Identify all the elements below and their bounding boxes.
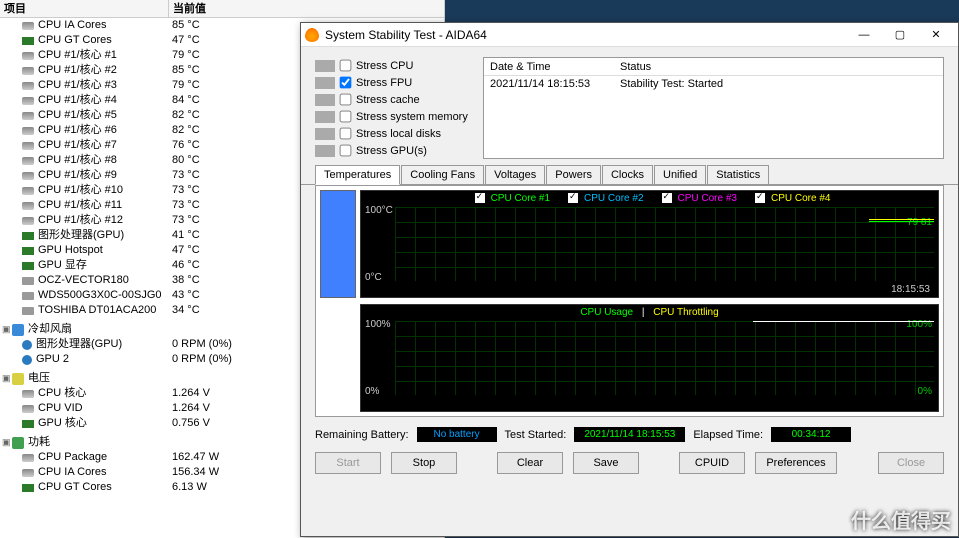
window-title: System Stability Test - AIDA64 [325,28,846,42]
gpu-icon [22,262,34,270]
temperature-chart: CPU Core #1CPU Core #2CPU Core #3CPU Cor… [360,190,939,298]
fan-icon [22,355,32,365]
flame-icon [305,28,319,42]
legend-checkbox[interactable] [755,193,765,203]
cpu-icon [22,469,34,477]
stress-disks[interactable]: Stress local disks [315,125,483,142]
tab-temperatures[interactable]: Temperatures [315,165,400,185]
tab-powers[interactable]: Powers [546,165,601,184]
disk-icon [22,277,34,285]
cpu-icon [22,405,34,413]
started-badge: 2021/11/14 18:15:53 [574,427,685,442]
cpu-icon [22,202,34,210]
gpu-icon [22,247,34,255]
cpu-icon [22,157,34,165]
chart-tabs: TemperaturesCooling FansVoltagesPowersCl… [301,165,958,185]
cpu-icon [22,187,34,195]
tab-cooling-fans[interactable]: Cooling Fans [401,165,484,184]
voltage-icon [12,373,24,385]
stress-fpu[interactable]: Stress FPU [315,74,483,91]
cpu-icon [22,67,34,75]
status-row: Remaining Battery: No battery Test Start… [301,423,958,446]
component-icon [315,128,335,140]
gpu-icon [22,420,34,428]
maximize-button[interactable]: ▢ [882,25,918,45]
gpu-icon [22,484,34,492]
stop-button[interactable]: Stop [391,452,457,474]
stress-cpu[interactable]: Stress CPU [315,57,483,74]
tab-voltages[interactable]: Voltages [485,165,545,184]
log-row: 2021/11/14 18:15:53Stability Test: Start… [484,76,943,92]
titlebar[interactable]: System Stability Test - AIDA64 — ▢ ✕ [301,23,958,47]
stress-cpu-checkbox[interactable] [340,60,352,72]
gpu-icon [22,232,34,240]
cpu-icon [22,97,34,105]
fan-icon [12,324,24,336]
cpu-icon [22,142,34,150]
tab-statistics[interactable]: Statistics [707,165,769,184]
legend-checkbox[interactable] [475,193,485,203]
cpu-icon [22,127,34,135]
legend-checkbox[interactable] [568,193,578,203]
save-button[interactable]: Save [573,452,639,474]
cpuid-button[interactable]: CPUID [679,452,745,474]
cpu-icon [22,112,34,120]
color-scale [320,190,356,298]
legend-checkbox[interactable] [662,193,672,203]
stability-test-dialog: System Stability Test - AIDA64 — ▢ ✕ Str… [300,22,959,537]
component-icon [315,111,335,123]
stress-options: Stress CPUStress FPUStress cacheStress s… [315,57,483,159]
col-item: 项目 [0,0,168,17]
elapsed-badge: 00:34:12 [771,427,851,442]
stress-gpu[interactable]: Stress GPU(s) [315,142,483,159]
stress-memory-checkbox[interactable] [340,111,352,123]
cpu-icon [22,82,34,90]
power-icon [12,437,24,449]
disk-icon [22,307,34,315]
cpu-icon [22,217,34,225]
component-icon [315,60,335,72]
usage-chart: CPU Usage | CPU Throttling 100% 0% 100% … [360,304,939,412]
cpu-icon [22,52,34,60]
cpu-icon [22,22,34,30]
cpu-icon [22,172,34,180]
close-button[interactable]: ✕ [918,25,954,45]
stress-cache[interactable]: Stress cache [315,91,483,108]
component-icon [315,77,335,89]
gpu-icon [22,37,34,45]
component-icon [315,145,335,157]
stress-fpu-checkbox[interactable] [340,77,352,89]
clear-button[interactable]: Clear [497,452,563,474]
col-value: 当前值 [168,0,444,17]
close-dialog-button[interactable]: Close [878,452,944,474]
log-box: Date & TimeStatus 2021/11/14 18:15:53Sta… [483,57,944,159]
button-row: Start Stop Clear Save CPUID Preferences … [301,446,958,480]
stress-gpu-checkbox[interactable] [340,145,352,157]
stress-disks-checkbox[interactable] [340,128,352,140]
cpu-icon [22,390,34,398]
cpu-icon [22,454,34,462]
component-icon [315,94,335,106]
fan-icon [22,340,32,350]
tab-unified[interactable]: Unified [654,165,706,184]
preferences-button[interactable]: Preferences [755,452,837,474]
battery-badge: No battery [417,427,497,442]
sensor-header: 项目 当前值 [0,0,444,18]
disk-icon [22,292,34,300]
stress-cache-checkbox[interactable] [340,94,352,106]
stress-memory[interactable]: Stress system memory [315,108,483,125]
tab-clocks[interactable]: Clocks [602,165,653,184]
minimize-button[interactable]: — [846,25,882,45]
start-button[interactable]: Start [315,452,381,474]
